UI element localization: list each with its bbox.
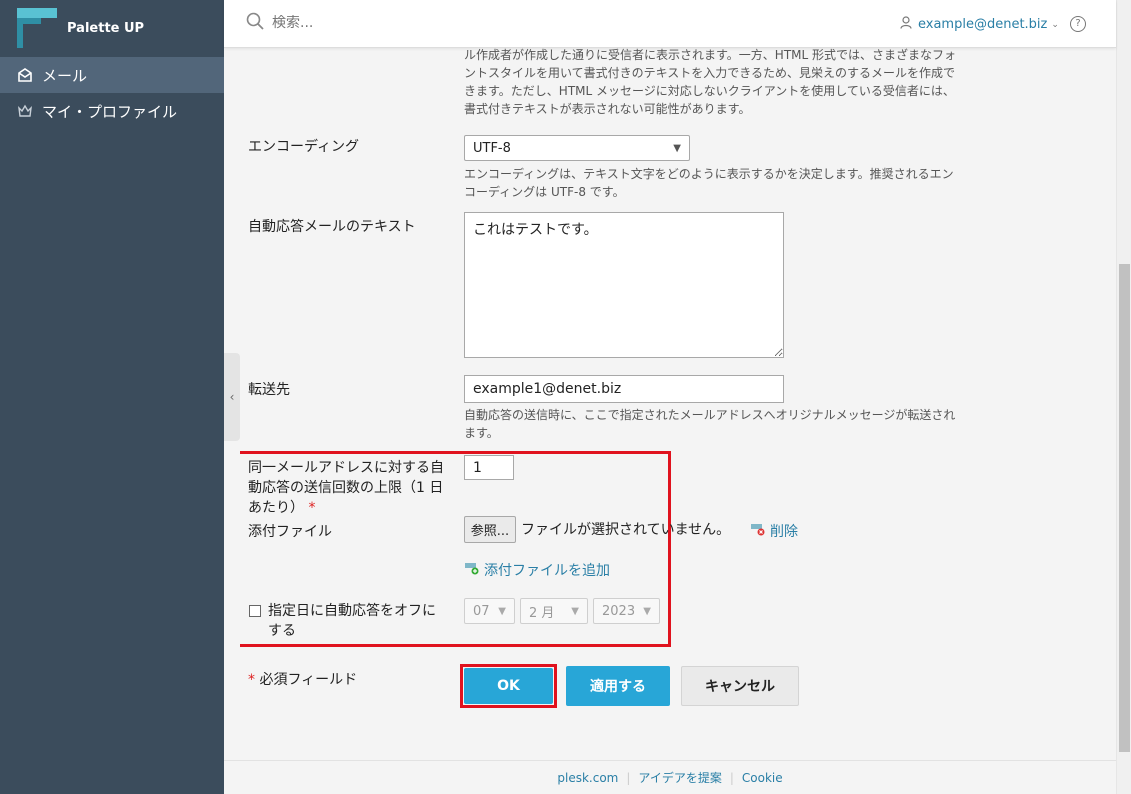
apply-button[interactable]: 適用する <box>566 666 670 706</box>
autoreply-text-area[interactable]: これはテストです。 <box>464 212 784 358</box>
sidebar: Palette UP メール マイ・プロファイル <box>0 0 224 794</box>
browse-button[interactable]: 参照... <box>464 516 516 543</box>
app-logo[interactable]: Palette UP <box>0 0 224 56</box>
app-name: Palette UP <box>67 20 145 36</box>
no-file-text: ファイルが選択されていません。 <box>521 522 731 538</box>
sidebar-item-mail[interactable]: メール <box>0 57 224 93</box>
encoding-select[interactable]: UTF-8 ▼ <box>464 135 690 161</box>
day-value: 07 <box>473 603 490 619</box>
month-value: 2 月 <box>529 605 555 621</box>
footer-link-plesk[interactable]: plesk.com <box>549 771 626 785</box>
encoding-value: UTF-8 <box>473 140 511 156</box>
send-limit-label: 同一メールアドレスに対する自動応答の送信回数の上限（1 日あたり） * <box>248 460 444 516</box>
year-value: 2023 <box>602 603 636 619</box>
chevron-down-icon: ▼ <box>498 605 506 617</box>
chevron-down-icon: ⌄ <box>1051 19 1059 30</box>
turn-off-day-select[interactable]: 07 ▼ <box>464 598 515 624</box>
forward-help-text: 自動応答の送信時に、ここで指定されたメールアドレスへオリジナルメッセージが転送さ… <box>464 408 956 440</box>
delete-file-icon <box>750 522 766 540</box>
footer-link-ideas[interactable]: アイデアを提案 <box>630 769 729 786</box>
forward-email-value: example1@denet.biz <box>473 381 622 397</box>
chevron-left-icon: ‹ <box>229 390 235 404</box>
turn-off-checkbox[interactable] <box>249 605 261 617</box>
required-mark: * <box>308 500 316 516</box>
palette-logo-icon <box>17 8 57 48</box>
main-content: ル作成者が作成した通りに受信者に表示されます。一方、HTML 形式では、さまざま… <box>240 48 1116 760</box>
add-attachment-link[interactable]: 添付ファイルを追加 <box>464 560 610 580</box>
attachment-label: 添付ファイル <box>248 524 332 540</box>
chevron-down-icon: ▼ <box>571 605 579 617</box>
search-icon <box>246 12 264 34</box>
search-box[interactable] <box>246 12 472 34</box>
footer: plesk.com | アイデアを提案 | Cookie <box>224 760 1116 794</box>
required-note: * 必須フィールド <box>248 672 358 688</box>
delete-attachment-link[interactable]: 削除 <box>750 521 798 541</box>
sidebar-item-my-profile[interactable]: マイ・プロファイル <box>0 93 224 129</box>
sidebar-collapse-button[interactable]: ‹ <box>224 353 240 441</box>
scrollbar-thumb[interactable] <box>1119 264 1130 752</box>
crown-icon <box>16 102 34 120</box>
send-limit-input[interactable]: 1 <box>464 455 514 480</box>
format-help-text: ル作成者が作成した通りに受信者に表示されます。一方、HTML 形式では、さまざま… <box>464 48 957 116</box>
encoding-help-text: エンコーディングは、テキスト文字をどのように表示するかを決定します。推奨されるエ… <box>464 167 954 199</box>
help-icon[interactable]: ? <box>1070 16 1086 32</box>
user-icon <box>900 16 912 33</box>
user-menu[interactable]: example@denet.biz ⌄ <box>900 16 1059 33</box>
turn-off-month-select[interactable]: 2 月 ▼ <box>520 598 588 624</box>
send-limit-value: 1 <box>473 459 482 476</box>
page-scrollbar[interactable] <box>1116 0 1131 794</box>
cancel-button[interactable]: キャンセル <box>681 666 799 706</box>
search-input[interactable] <box>272 15 472 31</box>
add-file-icon <box>464 561 480 579</box>
sidebar-item-label: マイ・プロファイル <box>42 102 178 121</box>
user-email: example@denet.biz <box>918 17 1048 32</box>
turn-off-label: 指定日に自動応答をオフにする <box>268 603 436 639</box>
autoreply-text-label: 自動応答メールのテキスト <box>248 219 416 235</box>
chevron-down-icon: ▼ <box>643 605 651 617</box>
forward-label: 転送先 <box>248 382 290 398</box>
footer-link-cookie[interactable]: Cookie <box>734 771 791 785</box>
forward-email-input[interactable]: example1@denet.biz <box>464 375 784 403</box>
chevron-down-icon: ▼ <box>673 142 681 154</box>
turn-off-year-select[interactable]: 2023 ▼ <box>593 598 660 624</box>
ok-button[interactable]: OK <box>464 668 553 704</box>
sidebar-item-label: メール <box>42 66 88 85</box>
mail-icon <box>16 66 34 84</box>
encoding-label: エンコーディング <box>248 139 360 155</box>
top-bar: example@denet.biz ⌄ ? <box>224 0 1116 48</box>
